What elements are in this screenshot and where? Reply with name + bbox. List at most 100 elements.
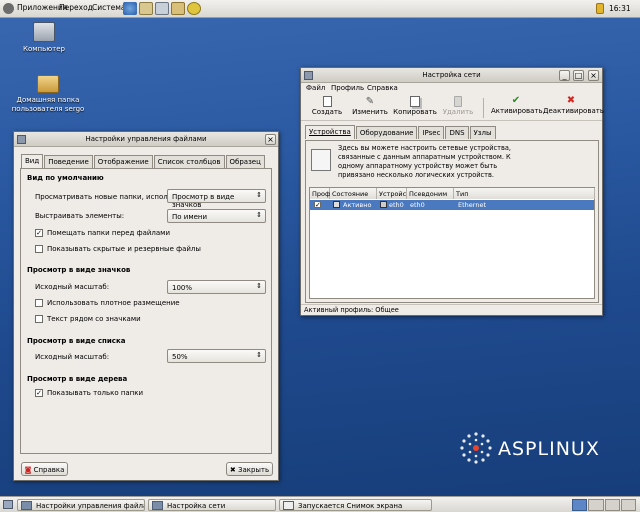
col-device[interactable]: Устройс xyxy=(377,188,407,199)
taskbar-item-file-prefs[interactable]: Настройки управления файлами xyxy=(17,499,145,511)
help-button[interactable]: ◙ Справка xyxy=(21,462,68,476)
tab-behavior[interactable]: Поведение xyxy=(44,155,93,168)
menubar: Файл Профиль Справка xyxy=(301,83,602,94)
deactivate-button[interactable]: ✖ Деактивировать xyxy=(543,95,604,115)
col-type[interactable]: Тип xyxy=(454,188,595,199)
workspace-switcher[interactable] xyxy=(572,499,636,511)
check-icon: ✔ xyxy=(511,95,521,106)
maximize-button[interactable]: □ xyxy=(573,70,584,81)
window-titlebar[interactable]: Настройка сети _ □ × xyxy=(301,68,602,83)
tab-dns[interactable]: DNS xyxy=(445,126,469,139)
tab-view[interactable]: Вид xyxy=(21,154,44,168)
help-icon: ◙ xyxy=(24,466,32,474)
browser-launcher-icon[interactable] xyxy=(123,2,137,15)
desktop-icon-label: пользователя sergo xyxy=(11,105,85,113)
text-beside-label[interactable]: Текст рядом со значками xyxy=(47,315,141,323)
tab-ipsec[interactable]: IPsec xyxy=(418,126,445,139)
desktop-icon-label: Домашняя папка xyxy=(16,96,80,104)
only-folders-label[interactable]: Показывать только папки xyxy=(47,389,143,397)
show-desktop-icon[interactable] xyxy=(3,500,13,509)
compact-layout-label[interactable]: Использовать плотное размещение xyxy=(47,299,180,307)
text-beside-checkbox[interactable] xyxy=(35,315,43,323)
close-button[interactable]: × xyxy=(265,134,276,145)
folders-first-checkbox[interactable]: ✓ xyxy=(35,229,43,237)
menu-profile[interactable]: Профиль xyxy=(331,84,364,92)
bottom-panel: Настройки управления файлами Настройка с… xyxy=(0,496,640,512)
tab-strip: Устройства Оборудование IPsec DNS Узлы xyxy=(305,125,497,139)
workspace-2[interactable] xyxy=(588,499,604,511)
taskbar-item-screenshot[interactable]: Запускается Снимок экрана xyxy=(279,499,432,511)
delete-button[interactable]: Удалить xyxy=(441,95,475,116)
list-zoom-select[interactable]: 50% ⇕ xyxy=(167,349,266,363)
window-titlebar[interactable]: Настройки управления файлами × xyxy=(14,132,278,147)
copy-icon xyxy=(410,96,420,107)
close-dialog-button[interactable]: ✖ Закрыть xyxy=(226,462,273,476)
foot-icon[interactable] xyxy=(3,3,14,14)
col-status[interactable]: Состояние xyxy=(330,188,377,199)
computer-icon xyxy=(33,22,55,42)
view-select[interactable]: Просмотр в виде значков ⇕ xyxy=(167,189,266,209)
top-panel: Приложения Переход Система 16:31 xyxy=(0,0,640,18)
notification-icon[interactable] xyxy=(596,3,604,14)
tab-hardware[interactable]: Оборудование xyxy=(355,126,418,139)
wrench-icon: ✎ xyxy=(365,96,375,107)
menu-file[interactable]: Файл xyxy=(306,84,325,92)
icon-zoom-label: Исходный масштаб: xyxy=(35,283,110,291)
show-hidden-label[interactable]: Показывать скрытые и резервные файлы xyxy=(47,245,201,253)
clock[interactable]: 16:31 xyxy=(609,4,631,13)
new-button[interactable]: Создать xyxy=(309,95,345,116)
new-icon xyxy=(322,96,332,107)
row-status: Активно xyxy=(343,201,372,209)
window-icon xyxy=(21,501,32,510)
edit-button[interactable]: ✎ Изменить xyxy=(351,95,389,116)
compact-layout-checkbox[interactable] xyxy=(35,299,43,307)
row-type: Ethernet xyxy=(458,201,486,209)
arrange-select-value: По имени xyxy=(172,213,208,221)
menu-places[interactable]: Переход xyxy=(59,3,93,12)
button-label: Удалить xyxy=(442,108,474,116)
desktop-icon-computer[interactable]: Компьютер xyxy=(14,22,74,54)
only-folders-checkbox[interactable]: ✓ xyxy=(35,389,43,397)
col-alias[interactable]: Псевдоним xyxy=(407,188,454,199)
hourglass-icon xyxy=(283,501,294,510)
show-hidden-checkbox[interactable] xyxy=(35,245,43,253)
workspace-1[interactable] xyxy=(572,499,588,511)
list-zoom-label: Исходный масштаб: xyxy=(35,353,110,361)
activate-button[interactable]: ✔ Активировать xyxy=(491,95,543,115)
section-list-view: Просмотр в виде списка xyxy=(27,337,126,345)
close-button-label: Закрыть xyxy=(237,466,270,474)
office-launcher-icon[interactable] xyxy=(155,2,169,15)
row-device: eth0 xyxy=(389,201,404,209)
arrange-select[interactable]: По имени ⇕ xyxy=(167,209,266,223)
profile-checkbox[interactable]: ✓ xyxy=(314,201,321,209)
workspace-4[interactable] xyxy=(620,499,636,511)
section-tree-view: Просмотр в виде дерева xyxy=(27,375,128,383)
col-profile[interactable]: Проф xyxy=(310,188,331,199)
spin-arrows-icon: ⇕ xyxy=(256,211,262,219)
tab-devices[interactable]: Устройства xyxy=(305,125,355,139)
close-button[interactable]: × xyxy=(588,70,599,81)
mail-launcher-icon[interactable] xyxy=(139,2,153,15)
info-line: привязано несколько логических устройств… xyxy=(338,171,495,179)
menu-system[interactable]: Система xyxy=(92,3,125,12)
tab-preview[interactable]: Образец xyxy=(225,155,265,168)
spin-arrows-icon: ⇕ xyxy=(256,282,262,290)
folders-first-label[interactable]: Помещать папки перед файлами xyxy=(47,229,170,237)
menu-help[interactable]: Справка xyxy=(367,84,398,92)
button-label: Активировать xyxy=(491,107,543,115)
icon-zoom-select[interactable]: 100% ⇕ xyxy=(167,280,266,294)
file-manager-prefs-window: Настройки управления файлами × Вид Повед… xyxy=(13,131,279,481)
desktop-icon-home[interactable]: Домашняя папка пользователя sergo xyxy=(10,75,86,114)
help-launcher-icon[interactable] xyxy=(187,2,201,15)
workspace-3[interactable] xyxy=(604,499,620,511)
taskbar-item-network[interactable]: Настройка сети xyxy=(148,499,276,511)
tab-list-columns[interactable]: Список столбцов xyxy=(153,155,225,168)
asplinux-dots-icon xyxy=(460,432,492,464)
tab-hosts[interactable]: Узлы xyxy=(469,126,496,139)
presentation-launcher-icon[interactable] xyxy=(171,2,185,15)
help-button-label: Справка xyxy=(33,466,65,474)
tab-display[interactable]: Отображение xyxy=(93,155,153,168)
copy-button[interactable]: Копировать xyxy=(393,95,437,116)
table-row[interactable]: ✓ Активно eth0 eth0 Ethernet xyxy=(310,200,594,210)
minimize-button[interactable]: _ xyxy=(559,70,570,81)
